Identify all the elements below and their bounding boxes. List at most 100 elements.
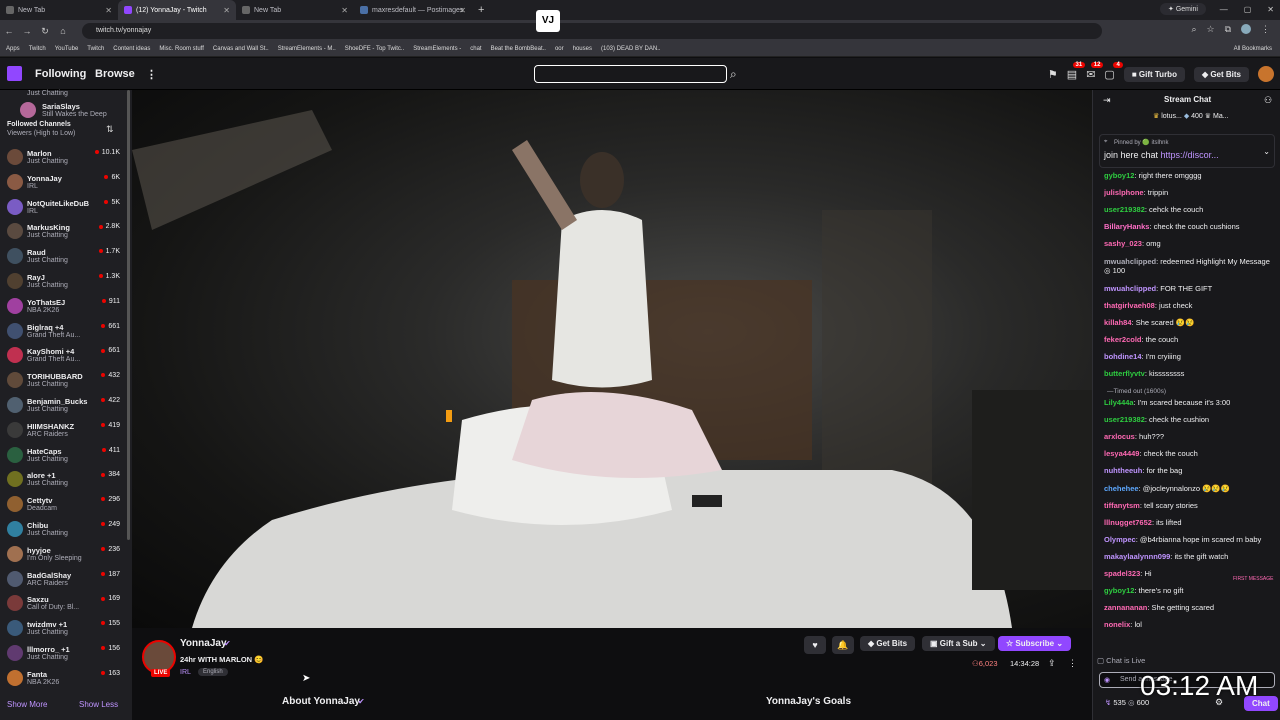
bookmark-item[interactable]: oor [555,46,564,52]
bookmark-item[interactable]: (103) DEAD BY DAN.. [601,46,661,52]
chat-message[interactable]: butterflyvtv: kissssssss [1104,369,1274,378]
chat-username[interactable]: mwuahclipped [1104,257,1156,266]
chat-username[interactable]: bohdine14 [1104,352,1142,361]
close-icon[interactable]: ✕ [459,6,466,15]
chat-message[interactable]: zannananan: She getting scared [1104,603,1274,612]
sidebar-channel[interactable]: MarkusKing Just Chatting 2.8K [0,221,126,245]
browse-link[interactable]: Browse [95,68,135,80]
sidebar-channel[interactable]: BadGalShay ARC Raiders 187 [0,569,126,593]
chat-username[interactable]: user219382 [1104,205,1145,214]
bookmark-item[interactable]: chat [470,46,481,52]
sidebar-channel[interactable]: Benjamin_Bucks Just Chatting 422 [0,395,126,419]
close-window-icon[interactable]: ✕ [1267,0,1274,20]
bookmark-item[interactable]: Misc. Room stuff [159,46,204,52]
chat-message[interactable]: nonelix: lol [1104,620,1274,629]
share-icon[interactable]: ⇪ [1048,658,1056,669]
whispers-icon[interactable]: ▢ 4 [1104,61,1123,81]
chat-message[interactable]: thatgirlvaeh08: just check [1104,301,1274,310]
star-icon[interactable]: ☆ [1206,24,1214,35]
forward-icon[interactable]: → [18,26,36,36]
new-tab-icon[interactable]: + [472,4,490,16]
sidebar-channel[interactable]: Cettytv Deadcam 296 [0,494,126,518]
more-icon[interactable]: ⋮ [146,68,157,81]
chat-username[interactable]: sashy_023 [1104,239,1142,248]
chat-message[interactable]: lllnugget7652: its lifted [1104,518,1274,527]
chat-username[interactable]: butterflyvtv [1104,369,1145,378]
gemini-button[interactable]: ✦ Gemini [1160,3,1206,15]
chat-message[interactable]: julislphone: trippin [1104,188,1274,197]
bookmark-item[interactable]: YouTube [55,46,79,52]
chat-username[interactable]: BillaryHanks [1104,222,1149,231]
bookmark-item[interactable]: houses [573,46,592,52]
sidebar-channel[interactable]: KayShomi +4 Grand Theft Au... 661 [0,345,126,369]
users-icon[interactable]: ⚇ [1264,95,1272,106]
bell-icon[interactable]: 🔔 [832,636,854,654]
chat-username[interactable]: nuhtheeuh [1104,466,1142,475]
browser-tab[interactable]: New Tab ✕ [0,0,118,20]
close-icon[interactable]: ✕ [341,6,348,15]
chat-message[interactable]: sashy_023: omg [1104,239,1274,248]
collapse-chat-icon[interactable]: ⇥ [1103,95,1111,106]
chat-username[interactable]: makaylaalynnn099 [1104,552,1170,561]
sidebar-channel[interactable]: Saxzu Call of Duty: Bl... 169 [0,593,126,617]
chat-username[interactable]: mwuahclipped [1104,284,1156,293]
extensions-icon[interactable]: ⧉ [1225,24,1231,35]
minimize-icon[interactable]: — [1220,0,1228,20]
chat-username[interactable]: zannananan [1104,603,1147,612]
close-icon[interactable]: ✕ [105,6,112,15]
menu-icon[interactable]: ⋮ [1261,24,1270,35]
bookmark-item[interactable]: Beat the BombBeat.. [491,46,546,52]
bookmark-item[interactable]: Apps [6,46,20,52]
sidebar-channel[interactable]: Marlon Just Chatting 10.1K [0,147,126,171]
chat-message[interactable]: lesya4449: check the couch [1104,449,1274,458]
chat-username[interactable]: chehehee [1104,484,1139,493]
sidebar-channel[interactable]: RayJ Just Chatting 1.3K [0,271,126,295]
gift-sub-button[interactable]: ▣ Gift a Sub ⌄ [922,636,995,651]
browser-tab-active[interactable]: (12) YonnaJay - Twitch ✕ [118,0,236,20]
category-link[interactable]: IRL [180,669,191,676]
sidebar-channel[interactable]: lllmorro_ +1 Just Chatting 156 [0,643,126,667]
twitch-logo-icon[interactable] [7,66,22,81]
chat-username[interactable]: arxlocus [1104,432,1135,441]
chat-username[interactable]: user219382 [1104,415,1145,424]
get-bits-button[interactable]: ◆ Get Bits [1193,66,1249,82]
prime-icon[interactable]: ⚑ [1048,68,1058,81]
chat-username[interactable]: gyboy12 [1104,586,1134,595]
chat-message[interactable]: user219382: cehck the couch [1104,205,1274,214]
chat-username[interactable]: lesya4449 [1104,449,1139,458]
chat-message[interactable]: Lily444a: I'm scared because it's 3:00 [1104,398,1274,407]
bookmark-item[interactable]: StreamElements - M.. [278,46,336,52]
chat-message[interactable]: chehehee: @jocleynnalonzo 😢😢😢 [1104,484,1274,493]
home-icon[interactable]: ⌂ [54,26,72,36]
chat-message[interactable]: tiffanytsm: tell scary stories [1104,501,1274,510]
bookmark-item[interactable]: Content ideas [113,46,150,52]
bookmark-item[interactable]: StreamElements - [413,46,461,52]
chat-message[interactable]: mwuahclipped: FOR THE GIFT [1104,284,1274,293]
sidebar-channel[interactable]: twizdmv +1 Just Chatting 155 [0,618,126,642]
show-more-link[interactable]: Show More [7,700,47,709]
close-icon[interactable]: ✕ [223,6,230,15]
back-icon[interactable]: ← [0,26,18,36]
chat-username[interactable]: feker2cold [1104,335,1142,344]
chat-username[interactable]: Lily444a [1104,398,1134,407]
chat-message[interactable]: makaylaalynnn099: its the gift watch [1104,552,1274,561]
sidebar-scrollbar[interactable] [127,90,130,540]
all-bookmarks[interactable]: All Bookmarks [1234,46,1272,52]
chat-message[interactable]: mwuahclipped: redeemed Highlight My Mess… [1104,257,1274,279]
chat-username[interactable]: Olympec [1104,535,1136,544]
inbox-icon[interactable]: ✉ 12 [1086,61,1104,81]
sidebar-channel[interactable]: NotQuiteLikeDuB IRL 5K [0,197,126,221]
sidebar-channel[interactable]: YonnaJay IRL 6K [0,172,126,196]
chat-message[interactable]: bohdine14: I'm cryiiing [1104,352,1274,361]
url-input[interactable]: twitch.tv/yonnajay [82,23,1102,39]
chat-message[interactable]: gyboy12: right there omgggg [1104,171,1274,180]
chat-username[interactable]: gyboy12 [1104,171,1134,180]
streamer-name[interactable]: YonnaJay [180,638,227,649]
sidebar-channel[interactable]: Biglraq +4 Grand Theft Au... 661 [0,321,126,345]
video-player[interactable] [132,90,1092,628]
zoom-icon[interactable]: ⌕ [1191,24,1196,35]
bookmark-item[interactable]: Twitch [29,46,46,52]
search-input[interactable] [534,65,727,83]
bookmark-item[interactable]: ShoeDFE - Top Twitc.. [345,46,404,52]
subscribe-button[interactable]: ☆ Subscribe ⌄ [998,636,1072,651]
